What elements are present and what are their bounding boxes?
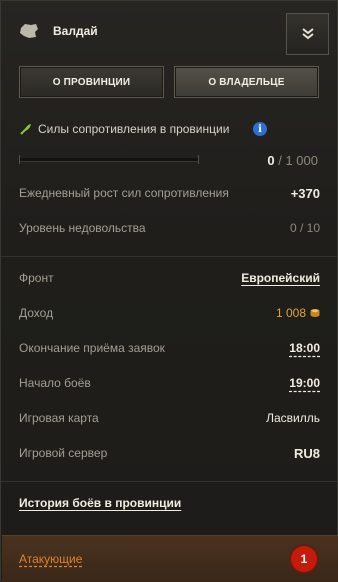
attackers-section[interactable]: Атакующие 1	[2, 535, 338, 582]
battle-start-time[interactable]: 19:00	[289, 376, 320, 390]
resistance-title: Силы сопротивления в провинции	[19, 122, 229, 136]
resistance-max: / 1 000	[278, 153, 318, 168]
attackers-label[interactable]: Атакующие	[19, 552, 82, 566]
leaf-icon	[20, 124, 31, 135]
detail-label: Игровая карта	[19, 411, 99, 425]
detail-row-battle-start: Начало боёв 19:00	[19, 374, 320, 394]
tab-about-owner[interactable]: О ВЛАДЕЛЬЦЕ	[174, 66, 319, 98]
detail-label: Игровой сервер	[19, 446, 108, 460]
detail-row-front: Фронт Европейский	[19, 269, 320, 289]
attackers-count-badge: 1	[291, 546, 317, 572]
stat-value: 0 / 10	[289, 221, 320, 235]
stat-value: +370	[290, 186, 320, 201]
progress-tick	[198, 155, 199, 164]
battle-history-link[interactable]: История боёв в провинции	[19, 496, 181, 510]
detail-label: Начало боёв	[19, 376, 91, 390]
detail-row-game-map: Игровая карта Ласвилль	[19, 409, 320, 429]
resistance-current: 0	[267, 153, 275, 168]
detail-label: Окончание приёма заявок	[19, 341, 165, 355]
stat-row-discontent: Уровень недовольства 0 / 10	[19, 219, 320, 239]
info-icon[interactable]: i	[253, 122, 267, 136]
detail-label: Доход	[19, 306, 54, 320]
panel-header: Валдай	[1, 1, 338, 61]
detail-row-income: Доход 1 008	[19, 304, 320, 324]
stat-label: Ежедневный рост сил сопротивления	[19, 186, 229, 200]
income-amount: 1 008	[275, 306, 306, 320]
resistance-value: 0 / 1 000	[267, 153, 318, 168]
tab-bar: О ПРОВИНЦИИ О ВЛАДЕЛЬЦЕ	[19, 66, 320, 98]
stat-row-daily-growth: Ежедневный рост сил сопротивления +370	[19, 184, 320, 204]
game-server-value: RU8	[293, 446, 320, 461]
map-region-icon	[20, 24, 38, 38]
resistance-title-label: Силы сопротивления в провинции	[38, 122, 230, 136]
game-map-value: Ласвилль	[266, 411, 320, 425]
stat-label: Уровень недовольства	[19, 221, 146, 235]
province-panel: Валдай О ПРОВИНЦИИ О ВЛАДЕЛЬЦЕ Силы сопр…	[0, 0, 338, 582]
resistance-progress-bar	[19, 158, 199, 162]
front-link[interactable]: Европейский	[241, 271, 320, 285]
application-end-time[interactable]: 18:00	[289, 341, 320, 355]
tab-about-province[interactable]: О ПРОВИНЦИИ	[19, 66, 164, 98]
double-chevron-down-icon	[301, 28, 314, 40]
detail-row-application-end: Окончание приёма заявок 18:00	[19, 339, 320, 359]
detail-row-game-server: Игровой сервер RU8	[19, 444, 320, 464]
progress-tick	[19, 155, 20, 164]
gold-coin-icon	[310, 309, 320, 317]
divider	[1, 256, 338, 257]
detail-label: Фронт	[19, 271, 54, 285]
income-value: 1 008	[276, 306, 320, 320]
province-name: Валдай	[53, 24, 98, 38]
divider	[1, 481, 338, 482]
collapse-button[interactable]	[286, 13, 329, 55]
